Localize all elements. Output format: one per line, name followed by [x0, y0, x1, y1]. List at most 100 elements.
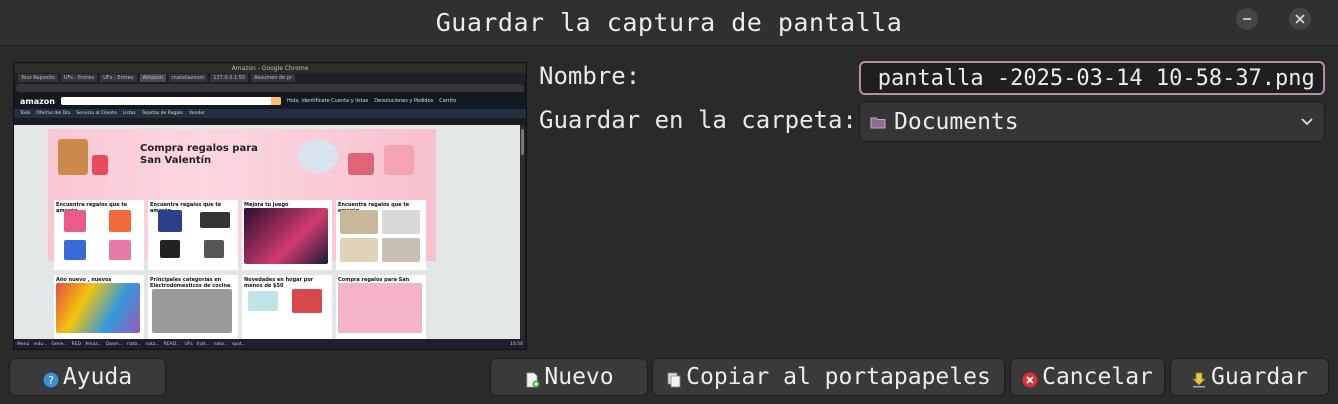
- gift-image: [92, 155, 108, 175]
- minimize-button[interactable]: [1236, 8, 1258, 30]
- title-bar: Guardar la captura de pantalla: [0, 0, 1338, 46]
- preview-tab: mataliazoom: [168, 74, 208, 82]
- preview-taskbar-item: READ...: [163, 341, 181, 347]
- preview-subnav-item: Todo: [20, 111, 31, 116]
- new-button[interactable]: Nuevo: [490, 358, 648, 396]
- preview-product-card: Año nuevo , nuevos suministros: [54, 275, 144, 341]
- preview-cart-text: Carrito: [439, 98, 457, 104]
- preview-tab: UFs - Entrev: [100, 74, 137, 82]
- chevron-down-icon: [1301, 117, 1313, 125]
- product-image: [382, 210, 420, 234]
- copy-to-clipboard-button[interactable]: Copiar al portapapeles: [652, 358, 1005, 396]
- preview-tab: Your Reposito: [18, 74, 58, 82]
- preview-product-card: Encuentra regalos que te amarán: [54, 200, 144, 270]
- product-image: [292, 289, 322, 313]
- cancel-icon: [1022, 372, 1038, 388]
- new-label: Nuevo: [544, 364, 614, 390]
- copy-label: Copiar al portapapeles: [686, 364, 991, 390]
- preview-product-card: Encuentra regalos que te amarán: [336, 200, 426, 270]
- product-image: [160, 240, 180, 258]
- preview-tab: Amazon: [139, 74, 166, 82]
- help-icon: ?: [43, 372, 59, 388]
- preview-product-card: Encuentra regalos que te amarán: [148, 200, 238, 270]
- preview-clock: 10:58: [510, 341, 523, 347]
- product-image: [56, 283, 140, 333]
- preview-taskbar-item: Menú: [17, 341, 30, 347]
- preview-taskbar-item: Gene...: [51, 341, 68, 347]
- preview-taskbar-item: indu...: [33, 341, 48, 347]
- filename-input[interactable]: [859, 61, 1325, 95]
- name-label: Nombre:: [539, 62, 641, 90]
- preview-product-card: Principales categorías en Electrodomésti…: [148, 275, 238, 341]
- preview-hero-title: Compra regalos para San Valentín: [140, 143, 258, 166]
- cancel-label: Cancelar: [1042, 364, 1153, 390]
- gift-image: [298, 139, 338, 173]
- product-image: [152, 289, 232, 333]
- preview-taskbar: Menú indu... Gene... RED Amaz... Down...…: [14, 339, 526, 349]
- save-button[interactable]: Guardar: [1170, 358, 1329, 396]
- product-image: [200, 212, 230, 228]
- save-label: Guardar: [1211, 364, 1308, 390]
- preview-tab: Resumen de pr: [251, 74, 296, 82]
- preview-tab: UFs - Entrev: [60, 74, 98, 82]
- product-image: [158, 210, 182, 232]
- help-label: Ayuda: [62, 364, 133, 390]
- new-document-icon: [524, 372, 540, 388]
- preview-subnav-item: Servicio al Cliente: [76, 111, 117, 116]
- preview-tab-strip: Your Reposito UFs - Entrev UFs - Entrev …: [14, 73, 526, 83]
- preview-url-bar: [16, 84, 524, 92]
- product-image: [340, 238, 378, 262]
- product-image: [204, 240, 224, 258]
- product-image: [248, 291, 278, 311]
- preview-orders-text: Devoluciones y Pedidos: [374, 98, 434, 104]
- close-icon: [1295, 14, 1305, 24]
- folder-value: Documents: [894, 108, 1019, 135]
- preview-scrollbar: [520, 125, 525, 341]
- product-image: [64, 240, 86, 260]
- product-image: [109, 210, 131, 232]
- preview-taskbar-item: nato...: [145, 341, 160, 347]
- folder-dropdown[interactable]: Documents: [859, 101, 1325, 142]
- preview-taskbar-item: nato...: [213, 341, 229, 347]
- preview-taskbar-item: UFs: [184, 341, 193, 347]
- dialog-title: Guardar la captura de pantalla: [435, 8, 903, 37]
- preview-taskbar-item: spot...: [232, 341, 247, 347]
- preview-amazon-logo: amazon: [20, 96, 55, 106]
- minimize-icon: [1243, 18, 1251, 20]
- preview-taskbar-item: Down...: [105, 341, 123, 347]
- product-image: [340, 210, 378, 234]
- product-image: [338, 283, 422, 333]
- screenshot-preview: Amazon - Google Chrome Your Reposito UFs…: [13, 62, 527, 350]
- preview-subnav-item: Tarjetas de Regalo: [141, 111, 183, 116]
- preview-taskbar-item: nato...: [127, 341, 142, 347]
- gift-image: [58, 139, 88, 175]
- preview-tab: 127.0.0.1:55: [210, 74, 249, 82]
- preview-amazon-nav: amazon Hola, identifícate Cuenta y lista…: [14, 93, 526, 109]
- gift-image: [348, 153, 374, 175]
- product-image: [64, 210, 86, 232]
- copy-icon: [666, 372, 682, 388]
- folder-icon: [870, 117, 886, 128]
- save-download-icon: [1191, 372, 1207, 388]
- preview-amazon-page: Compra regalos para San Valentín Encuent…: [14, 125, 520, 341]
- gift-image: [384, 145, 414, 175]
- svg-text:?: ?: [48, 374, 54, 387]
- folder-label: Guardar en la carpeta:: [539, 106, 857, 134]
- preview-subnav-item: Ofertas del Día: [36, 111, 71, 116]
- product-image: [244, 208, 328, 264]
- preview-taskbar-item: Amaz...: [85, 341, 102, 347]
- preview-card-title: Principales categorías en Electrodomésti…: [150, 277, 231, 289]
- product-image: [109, 240, 131, 260]
- help-button[interactable]: ? Ayuda: [9, 358, 166, 396]
- preview-card-title: Novedades en hogar por menos de $50: [244, 277, 314, 289]
- close-button[interactable]: [1289, 8, 1311, 30]
- preview-search-bar: [60, 97, 281, 105]
- cancel-button[interactable]: Cancelar: [1010, 358, 1165, 396]
- preview-taskbar-item: RED: [71, 341, 82, 347]
- preview-product-card: Mejora tu juego: [242, 200, 332, 270]
- preview-taskbar-item: Inat...: [196, 341, 210, 347]
- preview-subnav-item: Listas: [122, 111, 136, 116]
- preview-account-text: Hola, identifícate Cuenta y listas: [286, 98, 369, 104]
- product-image: [382, 238, 420, 262]
- preview-product-card: Novedades en hogar por menos de $50: [242, 275, 332, 341]
